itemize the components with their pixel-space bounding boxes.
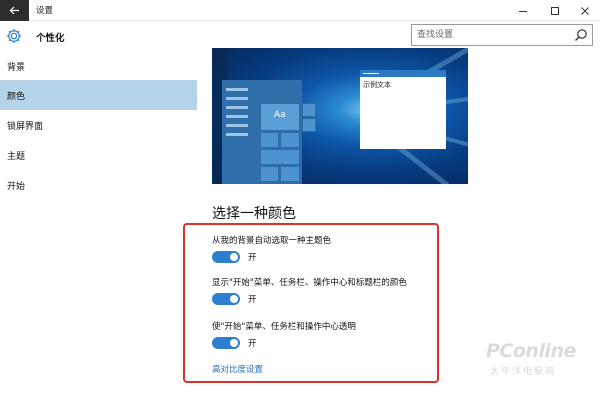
preview-tile	[280, 166, 300, 182]
title-bar: 设置	[0, 0, 600, 21]
sidebar: 背景 颜色 锁屏界面 主题 开始	[0, 51, 197, 395]
close-icon	[581, 6, 589, 15]
sidebar-item-themes[interactable]: 主题	[0, 140, 197, 170]
search-icon[interactable]	[574, 28, 588, 42]
theme-preview: Aa 示例文本	[212, 48, 468, 184]
section-heading: 选择一种颜色	[212, 206, 296, 222]
sidebar-item-start[interactable]: 开始	[0, 170, 197, 200]
search-box[interactable]	[411, 24, 593, 46]
preview-tile	[260, 132, 279, 148]
preview-tile: Aa	[260, 103, 300, 131]
preview-tile	[302, 118, 316, 132]
maximize-icon	[551, 6, 559, 15]
sidebar-item-label: 开始	[7, 181, 26, 192]
window-title: 设置	[36, 6, 54, 16]
watermark-subtext: 太平洋电脑网	[490, 367, 557, 377]
sample-text: 示例文本	[363, 81, 391, 89]
back-arrow-icon	[9, 6, 19, 15]
search-input[interactable]	[412, 25, 562, 45]
back-button[interactable]	[0, 0, 29, 21]
highlight-annotation	[183, 223, 439, 383]
sidebar-item-label: 锁屏界面	[7, 121, 44, 132]
sidebar-item-background[interactable]: 背景	[0, 51, 197, 81]
preview-tile	[260, 166, 279, 182]
preview-sample-window: 示例文本	[360, 70, 446, 149]
close-button[interactable]	[570, 0, 600, 21]
maximize-button[interactable]	[540, 0, 570, 21]
sidebar-item-lock-screen[interactable]: 锁屏界面	[0, 110, 197, 140]
preview-tile	[302, 103, 316, 117]
preview-tile	[280, 132, 300, 148]
gear-icon	[6, 28, 22, 44]
sidebar-item-label: 背景	[7, 62, 26, 73]
sidebar-item-colors[interactable]: 颜色	[0, 80, 197, 110]
minimize-icon	[519, 10, 527, 12]
sidebar-item-label: 主题	[7, 151, 26, 162]
watermark-text: PConline	[486, 340, 576, 362]
watermark-logo: PConline 太平洋电脑网	[486, 340, 596, 390]
page-title: 个性化	[36, 33, 65, 44]
sidebar-item-label: 颜色	[7, 91, 26, 102]
preview-tile	[260, 149, 300, 165]
minimize-button[interactable]	[508, 0, 538, 21]
